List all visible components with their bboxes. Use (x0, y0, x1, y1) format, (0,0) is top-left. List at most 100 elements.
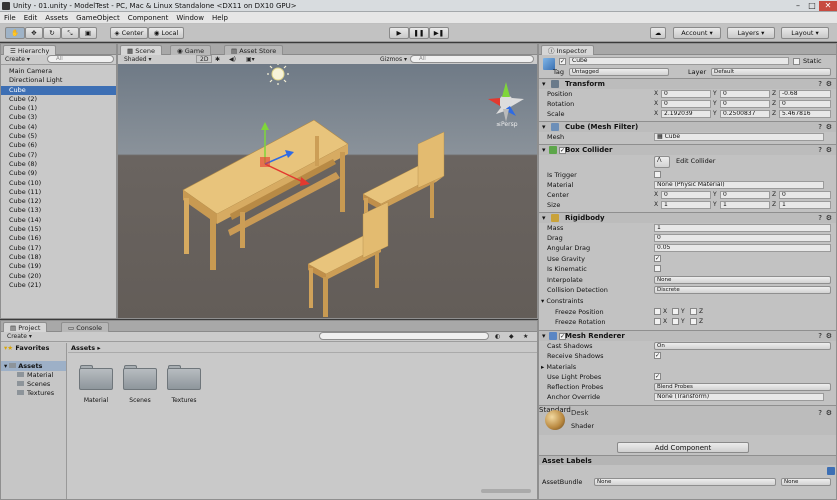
lighting-toggle-icon[interactable]: ✱ (215, 55, 220, 64)
settings-gear-icon[interactable]: ⚙ (826, 145, 832, 156)
physic-material-field[interactable]: None (Physic Material) (654, 181, 824, 189)
size-y-field[interactable]: 1 (720, 201, 770, 209)
scale-y-field[interactable]: 0.2500837 (720, 110, 770, 118)
freeze-pos-z-checkbox[interactable] (690, 308, 697, 315)
filter-label-icon[interactable]: ◆ (509, 332, 514, 341)
hierarchy-item[interactable]: Cube (3) (1, 113, 116, 122)
tab-scene[interactable]: ▦ Scene (120, 45, 163, 55)
static-checkbox[interactable] (793, 58, 800, 65)
hierarchy-item[interactable]: Cube (17) (1, 244, 116, 253)
freeze-rot-z-checkbox[interactable] (690, 318, 697, 325)
project-search-input[interactable] (319, 332, 489, 340)
use-light-probes-checkbox[interactable]: ✓ (654, 373, 661, 380)
2d-toggle[interactable]: 2D (196, 55, 213, 63)
move-tool-button[interactable]: ✥ (25, 27, 43, 39)
center-x-field[interactable]: 0 (661, 191, 711, 199)
hierarchy-item[interactable]: Cube (18) (1, 253, 116, 262)
orientation-gizmo-icon[interactable] (488, 82, 524, 122)
hierarchy-item[interactable]: Cube (14) (1, 216, 116, 225)
materials-foldout[interactable]: ▸ Materials (541, 362, 576, 372)
minimize-button[interactable]: – (791, 1, 805, 11)
tab-inspector[interactable]: ⓘ Inspector (541, 45, 594, 55)
rotation-x-field[interactable]: 0 (661, 100, 711, 108)
hierarchy-item[interactable]: Main Camera (1, 67, 116, 76)
hierarchy-item[interactable]: Cube (7) (1, 151, 116, 160)
tab-hierarchy[interactable]: ☰ Hierarchy (3, 45, 57, 55)
persp-label[interactable]: ≤Persp (496, 121, 518, 128)
hierarchy-item[interactable]: Cube (5) (1, 132, 116, 141)
folder-material[interactable] (79, 363, 113, 390)
center-z-field[interactable]: 0 (779, 191, 831, 199)
position-z-field[interactable]: -0.68 (779, 90, 831, 98)
hierarchy-item[interactable]: Directional Light (1, 76, 116, 85)
menu-component[interactable]: Component (128, 14, 169, 22)
size-x-field[interactable]: 1 (661, 201, 711, 209)
assetbundle-variant-dropdown[interactable]: None (781, 478, 831, 486)
is-kinematic-checkbox[interactable] (654, 265, 661, 272)
menu-help[interactable]: Help (212, 14, 228, 22)
freeze-rot-x-checkbox[interactable] (654, 318, 661, 325)
pause-button[interactable]: ❚❚ (409, 27, 429, 39)
menu-edit[interactable]: Edit (24, 14, 38, 22)
rect-tool-button[interactable]: ▣ (79, 27, 97, 39)
use-gravity-checkbox[interactable]: ✓ (654, 255, 661, 262)
position-y-field[interactable]: 0 (720, 90, 770, 98)
rotation-z-field[interactable]: 0 (779, 100, 831, 108)
layers-dropdown[interactable]: Layers ▾ (727, 27, 775, 39)
freeze-pos-y-checkbox[interactable] (672, 308, 679, 315)
hierarchy-item[interactable]: Cube (12) (1, 197, 116, 206)
pivot-center-button[interactable]: ◈ Center (110, 27, 148, 39)
scale-z-field[interactable]: 5.467816 (779, 110, 831, 118)
constraints-foldout[interactable]: ▾ Constraints (541, 296, 583, 306)
tree-item-textures[interactable]: Textures (1, 389, 66, 398)
assets-root-item[interactable]: ▾ Assets (1, 361, 66, 371)
hierarchy-item[interactable]: Cube (20) (1, 272, 116, 281)
menu-gameobject[interactable]: GameObject (76, 14, 120, 22)
favorites-item[interactable]: ▾★ Favorites (1, 343, 66, 353)
hierarchy-item[interactable]: Cube (8) (1, 160, 116, 169)
tab-project[interactable]: ▤ Project (3, 322, 48, 332)
interpolate-dropdown[interactable]: None (654, 276, 831, 284)
freeze-rot-y-checkbox[interactable] (672, 318, 679, 325)
hierarchy-item[interactable]: Cube (10) (1, 179, 116, 188)
is-trigger-checkbox[interactable] (654, 171, 661, 178)
mesh-filter-header[interactable]: ▾ Cube (Mesh Filter) ? ⚙ (539, 121, 836, 132)
transform-header[interactable]: ▾ Transform ? ⚙ (539, 78, 836, 89)
account-dropdown[interactable]: Account ▾ (673, 27, 721, 39)
menu-assets[interactable]: Assets (45, 14, 68, 22)
cloud-icon[interactable]: ☁ (650, 27, 666, 39)
breadcrumb[interactable]: Assets ▸ (68, 343, 537, 353)
tab-asset-store[interactable]: ▤ Asset Store (224, 45, 284, 55)
help-icon[interactable]: ? (818, 145, 822, 156)
hierarchy-item[interactable]: Cube (6) (1, 141, 116, 150)
project-create-button[interactable]: Create ▾ (7, 332, 32, 341)
box-collider-header[interactable]: ▾ ✓ Box Collider ? ⚙ (539, 144, 836, 155)
layout-dropdown[interactable]: Layout ▾ (781, 27, 829, 39)
add-component-button[interactable]: Add Component (617, 442, 749, 453)
hierarchy-item[interactable]: Cube (16) (1, 234, 116, 243)
gizmos-dropdown[interactable]: Gizmos ▾ (380, 55, 407, 64)
favorite-star-icon[interactable]: ★ (523, 332, 528, 341)
tree-item-scenes[interactable]: Scenes (1, 380, 66, 389)
angular-drag-field[interactable]: 0.05 (654, 244, 831, 252)
rotate-tool-button[interactable]: ↻ (43, 27, 61, 39)
hierarchy-item-selected[interactable]: Cube (1, 85, 116, 95)
pivot-local-button[interactable]: ◉ Local (148, 27, 184, 39)
edit-collider-button[interactable]: ⋀ (654, 156, 670, 168)
folder-scenes[interactable] (123, 363, 157, 390)
effects-toggle-icon[interactable]: ▣▾ (246, 55, 255, 64)
rigidbody-header[interactable]: ▾ Rigidbody ? ⚙ (539, 212, 836, 223)
size-z-field[interactable]: 1 (779, 201, 831, 209)
reflection-probes-dropdown[interactable]: Blend Probes (654, 383, 831, 391)
settings-gear-icon[interactable]: ⚙ (826, 409, 832, 417)
folder-textures[interactable] (167, 363, 201, 390)
label-tag-icon[interactable] (827, 467, 835, 475)
close-button[interactable]: ✕ (819, 0, 837, 11)
receive-shadows-checkbox[interactable]: ✓ (654, 352, 661, 359)
play-button[interactable]: ▶ (389, 27, 409, 39)
menu-file[interactable]: File (4, 14, 16, 22)
hierarchy-item[interactable]: Cube (13) (1, 206, 116, 215)
hierarchy-item[interactable]: Cube (4) (1, 123, 116, 132)
scene-viewport[interactable]: ≤Persp (118, 64, 537, 318)
tree-item-material[interactable]: Material (1, 371, 66, 380)
